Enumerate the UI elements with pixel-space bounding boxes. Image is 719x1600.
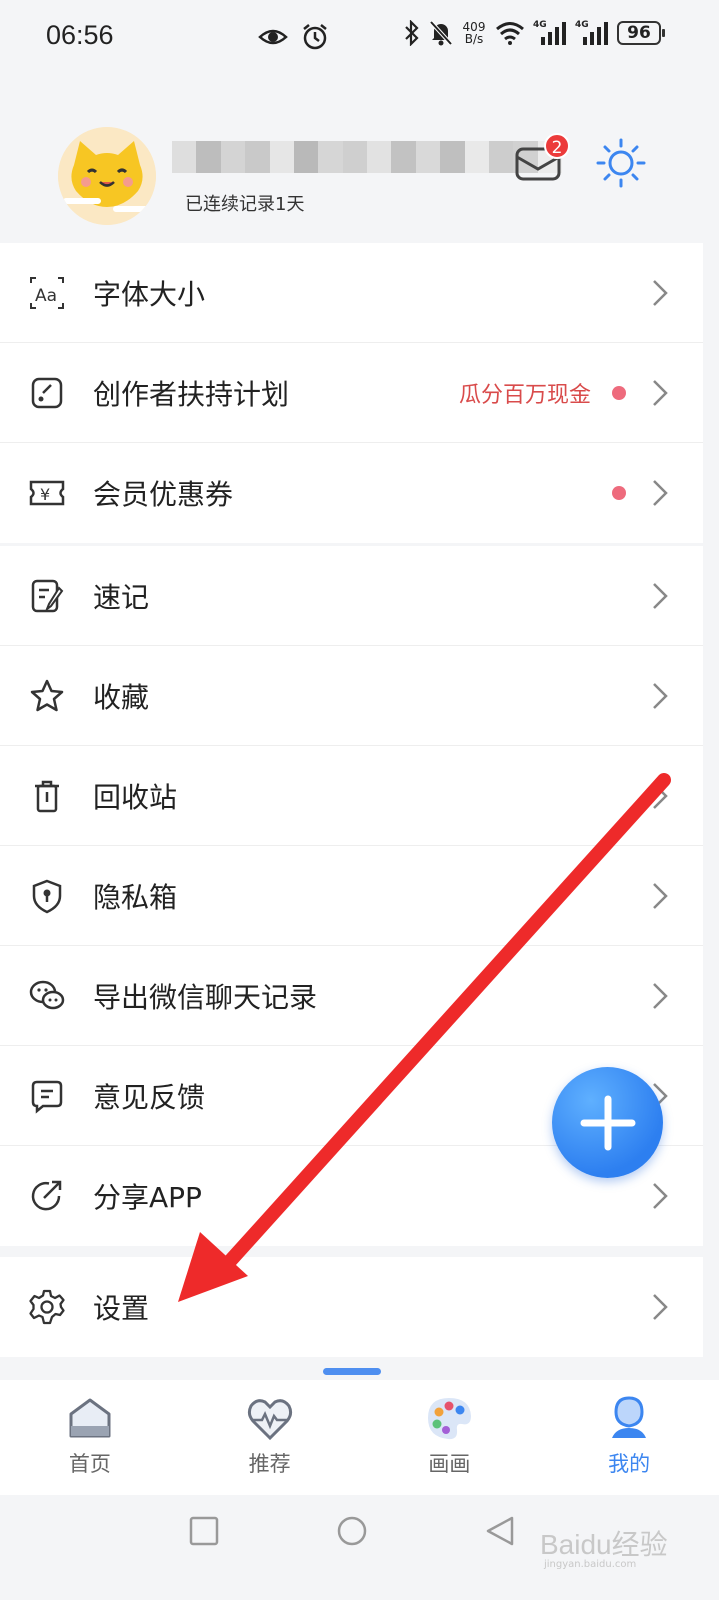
share-icon — [28, 1177, 66, 1215]
chevron-right-icon — [653, 682, 668, 709]
status-indicators — [258, 22, 330, 52]
plus-icon — [580, 1095, 635, 1150]
menu-item-font-size[interactable]: Aa 字体大小 — [0, 243, 703, 343]
tab-label: 推荐 — [248, 1452, 291, 1476]
menu-item-label: 字体大小 — [93, 277, 206, 311]
notification-dot — [612, 385, 626, 400]
menu-item-label: 设置 — [93, 1292, 150, 1325]
menu-item-label: 隐私箱 — [93, 880, 178, 914]
cat-avatar-icon — [58, 127, 156, 225]
menu-item-label: 导出微信聊天记录 — [93, 980, 318, 1014]
wechat-icon — [28, 977, 66, 1015]
status-bar: 06:56 409 B/s 4G 4G 96 — [0, 0, 719, 80]
menu-item-coupons[interactable]: ¥ 会员优惠券 — [0, 443, 703, 543]
avatar[interactable] — [58, 127, 156, 225]
chevron-right-icon — [653, 480, 668, 506]
wifi-icon — [496, 22, 524, 45]
chevron-right-icon — [653, 982, 668, 1009]
heart-pulse-icon — [247, 1399, 292, 1441]
font-size-icon: Aa — [28, 274, 66, 312]
feedback-icon — [28, 1077, 66, 1115]
scroll-indicator — [323, 1368, 381, 1375]
chevron-right-icon — [653, 1183, 668, 1209]
eye-icon — [258, 29, 288, 45]
profile-header: 已连续记录1天 2 — [0, 125, 719, 243]
alarm-icon — [303, 24, 327, 50]
add-note-fab[interactable] — [552, 1067, 663, 1178]
gear-icon — [28, 1288, 66, 1326]
bottom-nav: 首页 推荐 画画 我的 — [0, 1380, 719, 1495]
creator-icon — [28, 374, 66, 412]
net-speed: 409 B/s — [461, 21, 487, 45]
back-icon[interactable] — [482, 1513, 518, 1549]
menu-item-label: 会员优惠券 — [93, 478, 234, 511]
star-icon — [28, 677, 66, 715]
status-time: 06:56 — [46, 20, 114, 50]
promo-text: 瓜分百万现金 — [458, 382, 591, 408]
menu-item-label: 速记 — [93, 580, 150, 614]
tab-label: 我的 — [608, 1452, 651, 1476]
svg-text:Aa: Aa — [35, 286, 57, 306]
baidu-watermark: Baidu经验 — [540, 1529, 668, 1560]
tab-label: 画画 — [428, 1452, 471, 1476]
streak-text: 已连续记录1天 — [185, 194, 305, 215]
chevron-right-icon — [653, 379, 668, 406]
home-button-icon[interactable] — [334, 1513, 370, 1549]
message-badge: 2 — [544, 133, 570, 159]
home-icon — [69, 1398, 111, 1438]
trash-icon — [28, 777, 66, 815]
menu-item-label: 意见反馈 — [93, 1080, 206, 1114]
menu-group-settings: 设置 — [0, 1257, 703, 1357]
mute-bell-icon — [429, 20, 453, 46]
chevron-right-icon — [653, 1294, 668, 1320]
signal-icon: 4G — [533, 20, 567, 46]
tab-recommend[interactable]: 推荐 — [180, 1380, 360, 1495]
status-right: 409 B/s 4G 4G 96 — [403, 20, 665, 46]
palette-icon — [428, 1398, 472, 1440]
quick-note-icon — [28, 577, 66, 615]
tab-home[interactable]: 首页 — [0, 1380, 180, 1495]
tab-draw[interactable]: 画画 — [360, 1380, 540, 1495]
blurred-username — [172, 141, 562, 173]
menu-group-account: Aa 字体大小 创作者扶持计划 瓜分百万现金 ¥ 会员优惠券 — [0, 243, 703, 543]
menu-item-label: 分享APP — [93, 1181, 202, 1214]
menu-item-recycle-bin[interactable]: 回收站 — [0, 746, 703, 846]
menu-item-privacy-box[interactable]: 隐私箱 — [0, 846, 703, 946]
chevron-right-icon — [653, 582, 668, 609]
menu-item-label: 收藏 — [93, 680, 150, 714]
tab-label: 首页 — [68, 1452, 111, 1476]
system-nav-bar: Baidu经验 jingyan.baidu.com — [0, 1495, 719, 1600]
coupon-icon: ¥ — [28, 474, 66, 512]
chevron-right-icon — [653, 279, 668, 306]
net-speed-unit: B/s — [464, 32, 484, 46]
profile-icon — [612, 1396, 647, 1438]
menu-item-label: 回收站 — [93, 780, 178, 814]
menu-item-label: 创作者扶持计划 — [93, 377, 290, 411]
menu-item-favorites[interactable]: 收藏 — [0, 646, 703, 746]
signal-icon: 4G — [575, 20, 609, 46]
sun-theme-icon[interactable] — [595, 137, 647, 189]
battery-icon: 96 — [617, 21, 665, 45]
chevron-right-icon — [653, 882, 668, 909]
menu-item-quick-note[interactable]: 速记 — [0, 546, 703, 646]
tab-mine[interactable]: 我的 — [539, 1380, 719, 1495]
menu-item-creator-program[interactable]: 创作者扶持计划 瓜分百万现金 — [0, 343, 703, 443]
svg-text:¥: ¥ — [40, 485, 50, 504]
notification-dot — [612, 486, 626, 500]
chevron-right-icon — [653, 782, 668, 809]
bluetooth-icon — [405, 20, 419, 46]
watermark-url: jingyan.baidu.com — [544, 1559, 637, 1570]
menu-item-settings[interactable]: 设置 — [0, 1257, 703, 1357]
recent-apps-icon[interactable] — [186, 1513, 222, 1549]
privacy-shield-icon — [28, 877, 66, 915]
menu-item-export-wechat[interactable]: 导出微信聊天记录 — [0, 946, 703, 1046]
